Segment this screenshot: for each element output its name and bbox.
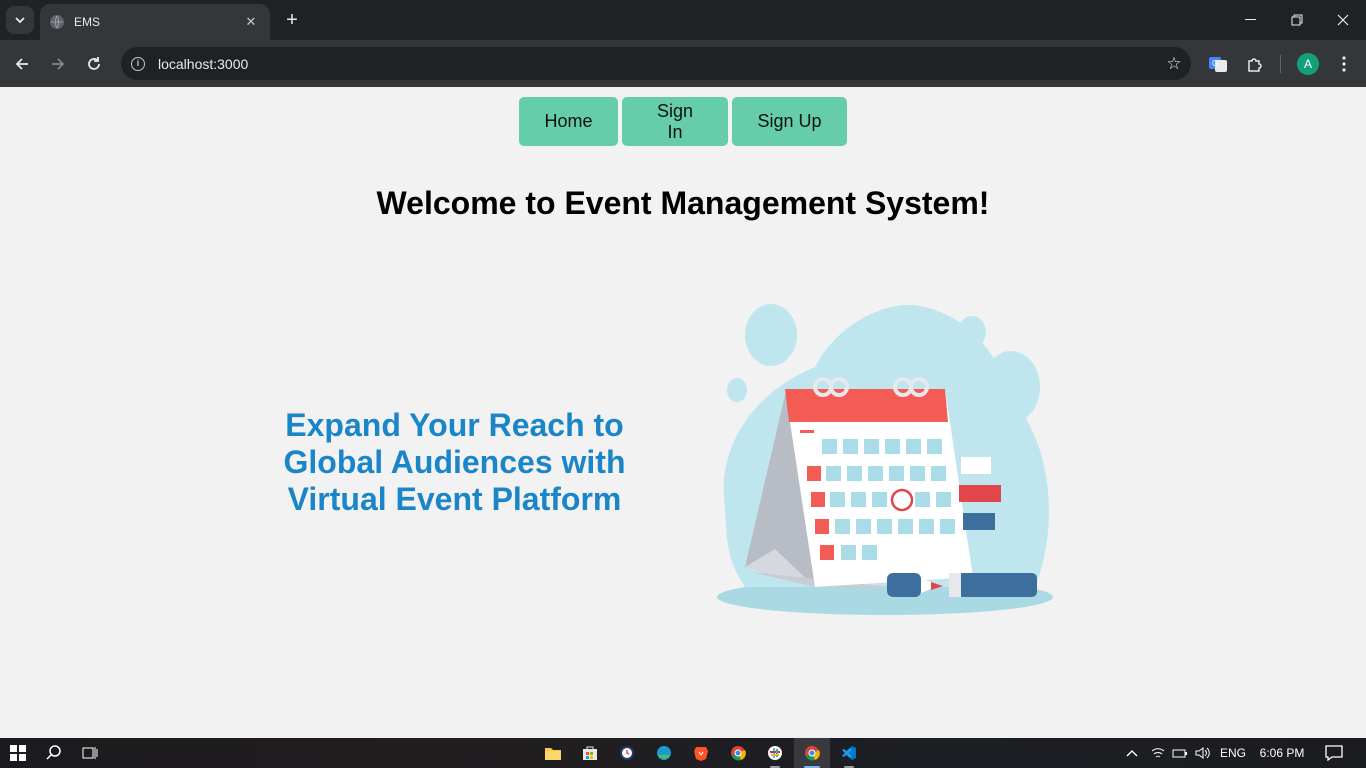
arrow-left-icon — [15, 58, 28, 70]
google-translate-icon[interactable]: G — [1206, 52, 1230, 76]
clock[interactable]: 6:06 PM — [1252, 738, 1312, 768]
close-icon — [1337, 14, 1349, 26]
store-bag-icon — [583, 746, 597, 760]
tagline-line-3: Virtual Event Platform — [287, 481, 622, 517]
language-indicator[interactable]: ENG — [1216, 738, 1250, 768]
tagline: Expand Your Reach to Global Audiences wi… — [262, 407, 647, 518]
notification-icon — [1325, 745, 1343, 761]
tagline-line-2: Global Audiences with — [283, 444, 626, 480]
folder-icon — [545, 748, 561, 760]
reload-icon — [88, 57, 100, 70]
extensions-puzzle-icon[interactable] — [1243, 52, 1267, 76]
brave-lion-icon — [694, 747, 708, 761]
start-button[interactable] — [0, 738, 36, 768]
wifi-icon — [1151, 748, 1165, 758]
calendar-illustration — [717, 304, 1053, 615]
toolbar-divider — [1280, 55, 1281, 73]
reload-button[interactable] — [80, 50, 108, 78]
close-tab-icon[interactable]: ✕ — [242, 14, 260, 30]
chrome-menu-icon[interactable] — [1332, 52, 1356, 76]
page-content: Home Sign In Sign Up Welcome to Event Ma… — [0, 87, 1366, 738]
taskbar-brave[interactable] — [683, 738, 719, 768]
clock-icon — [620, 746, 634, 760]
chrome-icon — [805, 746, 820, 761]
chrome-icon — [731, 746, 746, 761]
restore-button[interactable] — [1274, 0, 1320, 40]
tab-title: EMS — [74, 15, 101, 29]
taskbar-file-explorer[interactable] — [535, 738, 571, 768]
battery-icon — [1172, 749, 1187, 758]
main-navigation: Home Sign In Sign Up — [0, 97, 1366, 146]
notification-center-button[interactable] — [1318, 738, 1350, 768]
taskbar-vscode[interactable] — [831, 738, 867, 768]
close-window-button[interactable] — [1320, 0, 1366, 40]
browser-tab[interactable]: EMS ✕ — [40, 4, 270, 40]
browser-tab-bar: EMS ✕ + — [0, 0, 1366, 40]
edge-browser-icon — [657, 746, 671, 760]
battery-status[interactable] — [1170, 738, 1190, 768]
new-tab-button[interactable]: + — [280, 8, 304, 32]
page-title: Welcome to Event Management System! — [376, 185, 990, 221]
home-button[interactable]: Home — [519, 97, 618, 146]
tab-search-button[interactable] — [6, 6, 34, 34]
sign-in-button[interactable]: Sign In — [622, 97, 728, 146]
sign-up-button[interactable]: Sign Up — [732, 97, 847, 146]
avatar: A — [1297, 53, 1319, 75]
search-button[interactable] — [36, 738, 72, 768]
windows-logo-icon — [10, 745, 26, 761]
svg-text:G: G — [1212, 59, 1218, 68]
forward-button[interactable] — [44, 50, 72, 78]
taskbar-edge[interactable] — [646, 738, 682, 768]
taskbar-store[interactable] — [572, 738, 608, 768]
minimize-button[interactable] — [1228, 0, 1274, 40]
volume-status[interactable] — [1193, 738, 1213, 768]
tagline-line-1: Expand Your Reach to — [285, 407, 624, 443]
speaker-icon — [1195, 747, 1210, 759]
chevron-up-icon — [1126, 750, 1138, 757]
restore-icon — [1291, 14, 1303, 26]
taskbar-chrome-active[interactable] — [794, 738, 830, 768]
search-icon — [46, 745, 61, 760]
show-hidden-icons-button[interactable] — [1120, 738, 1144, 768]
wifi-status[interactable] — [1148, 738, 1168, 768]
globe-icon — [50, 15, 64, 29]
windows-taskbar: ENG 6:06 PM — [0, 738, 1366, 768]
task-view-button[interactable] — [72, 738, 108, 768]
site-info-icon[interactable]: i — [131, 56, 145, 71]
minimize-icon — [1245, 19, 1256, 20]
taskbar-chrome[interactable] — [720, 738, 756, 768]
task-view-icon — [82, 747, 98, 759]
back-button[interactable] — [8, 50, 36, 78]
taskbar-clock-app[interactable] — [609, 738, 645, 768]
profile-button[interactable]: A — [1296, 52, 1320, 76]
chevron-down-icon — [15, 17, 25, 24]
slack-icon — [768, 746, 782, 760]
browser-toolbar: i localhost:3000 ☆ G A — [0, 40, 1366, 87]
url-text[interactable]: localhost:3000 — [158, 56, 1157, 72]
vscode-icon — [842, 746, 856, 760]
arrow-right-icon — [52, 58, 65, 70]
taskbar-slack[interactable] — [757, 738, 793, 768]
bookmark-star-icon[interactable]: ☆ — [1157, 54, 1191, 74]
address-bar[interactable]: i localhost:3000 ☆ — [121, 47, 1191, 80]
